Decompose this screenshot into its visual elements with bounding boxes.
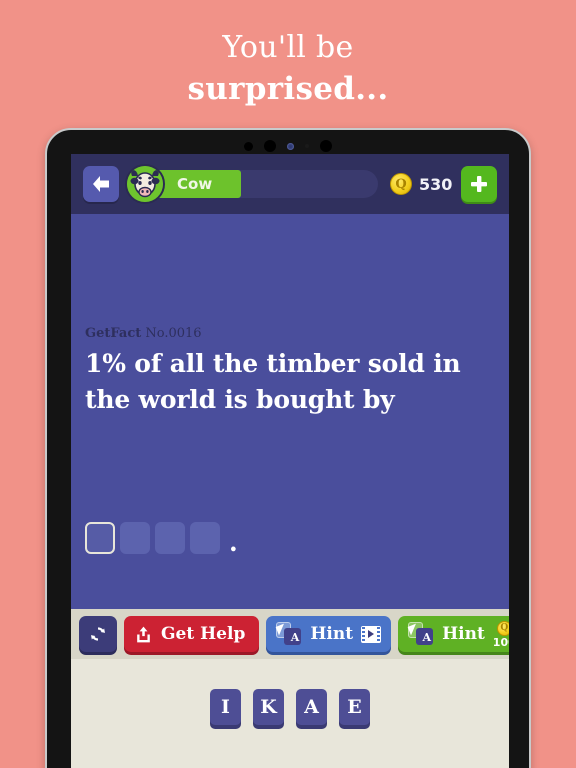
microphone-dot-icon — [305, 144, 309, 148]
hint-coin-label: Hint — [442, 624, 485, 644]
proximity-sensor-icon — [320, 140, 332, 152]
get-help-button[interactable]: Get Help — [124, 616, 260, 652]
hint-video-button[interactable]: A Hint — [266, 616, 392, 652]
plus-icon — [471, 176, 487, 192]
back-button[interactable] — [83, 166, 119, 202]
film-play-icon — [361, 625, 382, 643]
device-bezel-top — [47, 130, 529, 154]
hint-price-amount: 100 — [492, 635, 509, 649]
cow-head-icon — [127, 166, 163, 202]
answer-blank-2[interactable] — [120, 522, 150, 554]
app-top-bar: Cow Q 530 — [71, 154, 509, 214]
refresh-icon — [91, 627, 105, 641]
hint-video-label: Hint — [310, 624, 354, 644]
letter-card-icon: A — [407, 622, 434, 646]
hint-price: Q 100 — [492, 620, 509, 649]
refresh-button[interactable] — [79, 616, 117, 652]
fact-brand-label: GetFact — [85, 326, 142, 341]
add-coins-button[interactable] — [461, 166, 497, 202]
answer-blank-3[interactable] — [155, 522, 185, 554]
letter-tile[interactable]: A — [296, 689, 327, 725]
answer-blank-1[interactable] — [85, 522, 115, 554]
fact-number-label: No.0016 — [145, 326, 202, 341]
q-coin-icon: Q — [390, 173, 412, 195]
letter-tile-row: I K A E — [71, 689, 509, 725]
tablet-device-frame: Cow Q 530 GetFact No.0016 1% of all the … — [45, 128, 531, 768]
front-camera-icon — [264, 140, 276, 152]
fact-meta: GetFact No.0016 — [85, 326, 202, 341]
category-progress-pill[interactable]: Cow — [125, 164, 378, 204]
letter-tile[interactable]: K — [253, 689, 284, 725]
promo-line-1: You'll be — [222, 30, 354, 65]
sensor-dot-icon — [244, 141, 253, 151]
share-upload-icon — [137, 626, 150, 642]
indicator-light-icon — [287, 142, 294, 150]
answer-blank-row[interactable]: . — [85, 522, 238, 557]
camera-sensor-row — [244, 140, 332, 152]
letter-card-icon: A — [275, 622, 302, 646]
answer-blank-4[interactable] — [190, 522, 220, 554]
hint-coin-button[interactable]: A Hint Q 100 — [398, 616, 509, 652]
promo-headline: You'll be surprised... — [0, 28, 576, 110]
arrow-left-icon — [93, 176, 109, 192]
letter-tile[interactable]: I — [210, 689, 241, 725]
coin-balance: Q 530 — [390, 173, 453, 195]
letter-tile[interactable]: E — [339, 689, 370, 725]
sentence-period: . — [229, 528, 238, 557]
action-bar: Get Help A Hint A Hint Q 10 — [71, 609, 509, 659]
coin-count-label: 530 — [419, 174, 453, 194]
app-screen: Cow Q 530 GetFact No.0016 1% of all the … — [71, 154, 509, 768]
avatar — [125, 164, 165, 204]
letter-tray: I K A E — [71, 659, 509, 768]
get-help-label: Get Help — [161, 624, 246, 644]
promo-line-2: surprised... — [187, 71, 389, 107]
q-coin-icon: Q — [496, 620, 509, 636]
category-name-label: Cow — [177, 175, 213, 193]
fact-panel: GetFact No.0016 1% of all the timber sol… — [71, 214, 509, 609]
fact-text: 1% of all the timber sold in the world i… — [85, 349, 461, 414]
